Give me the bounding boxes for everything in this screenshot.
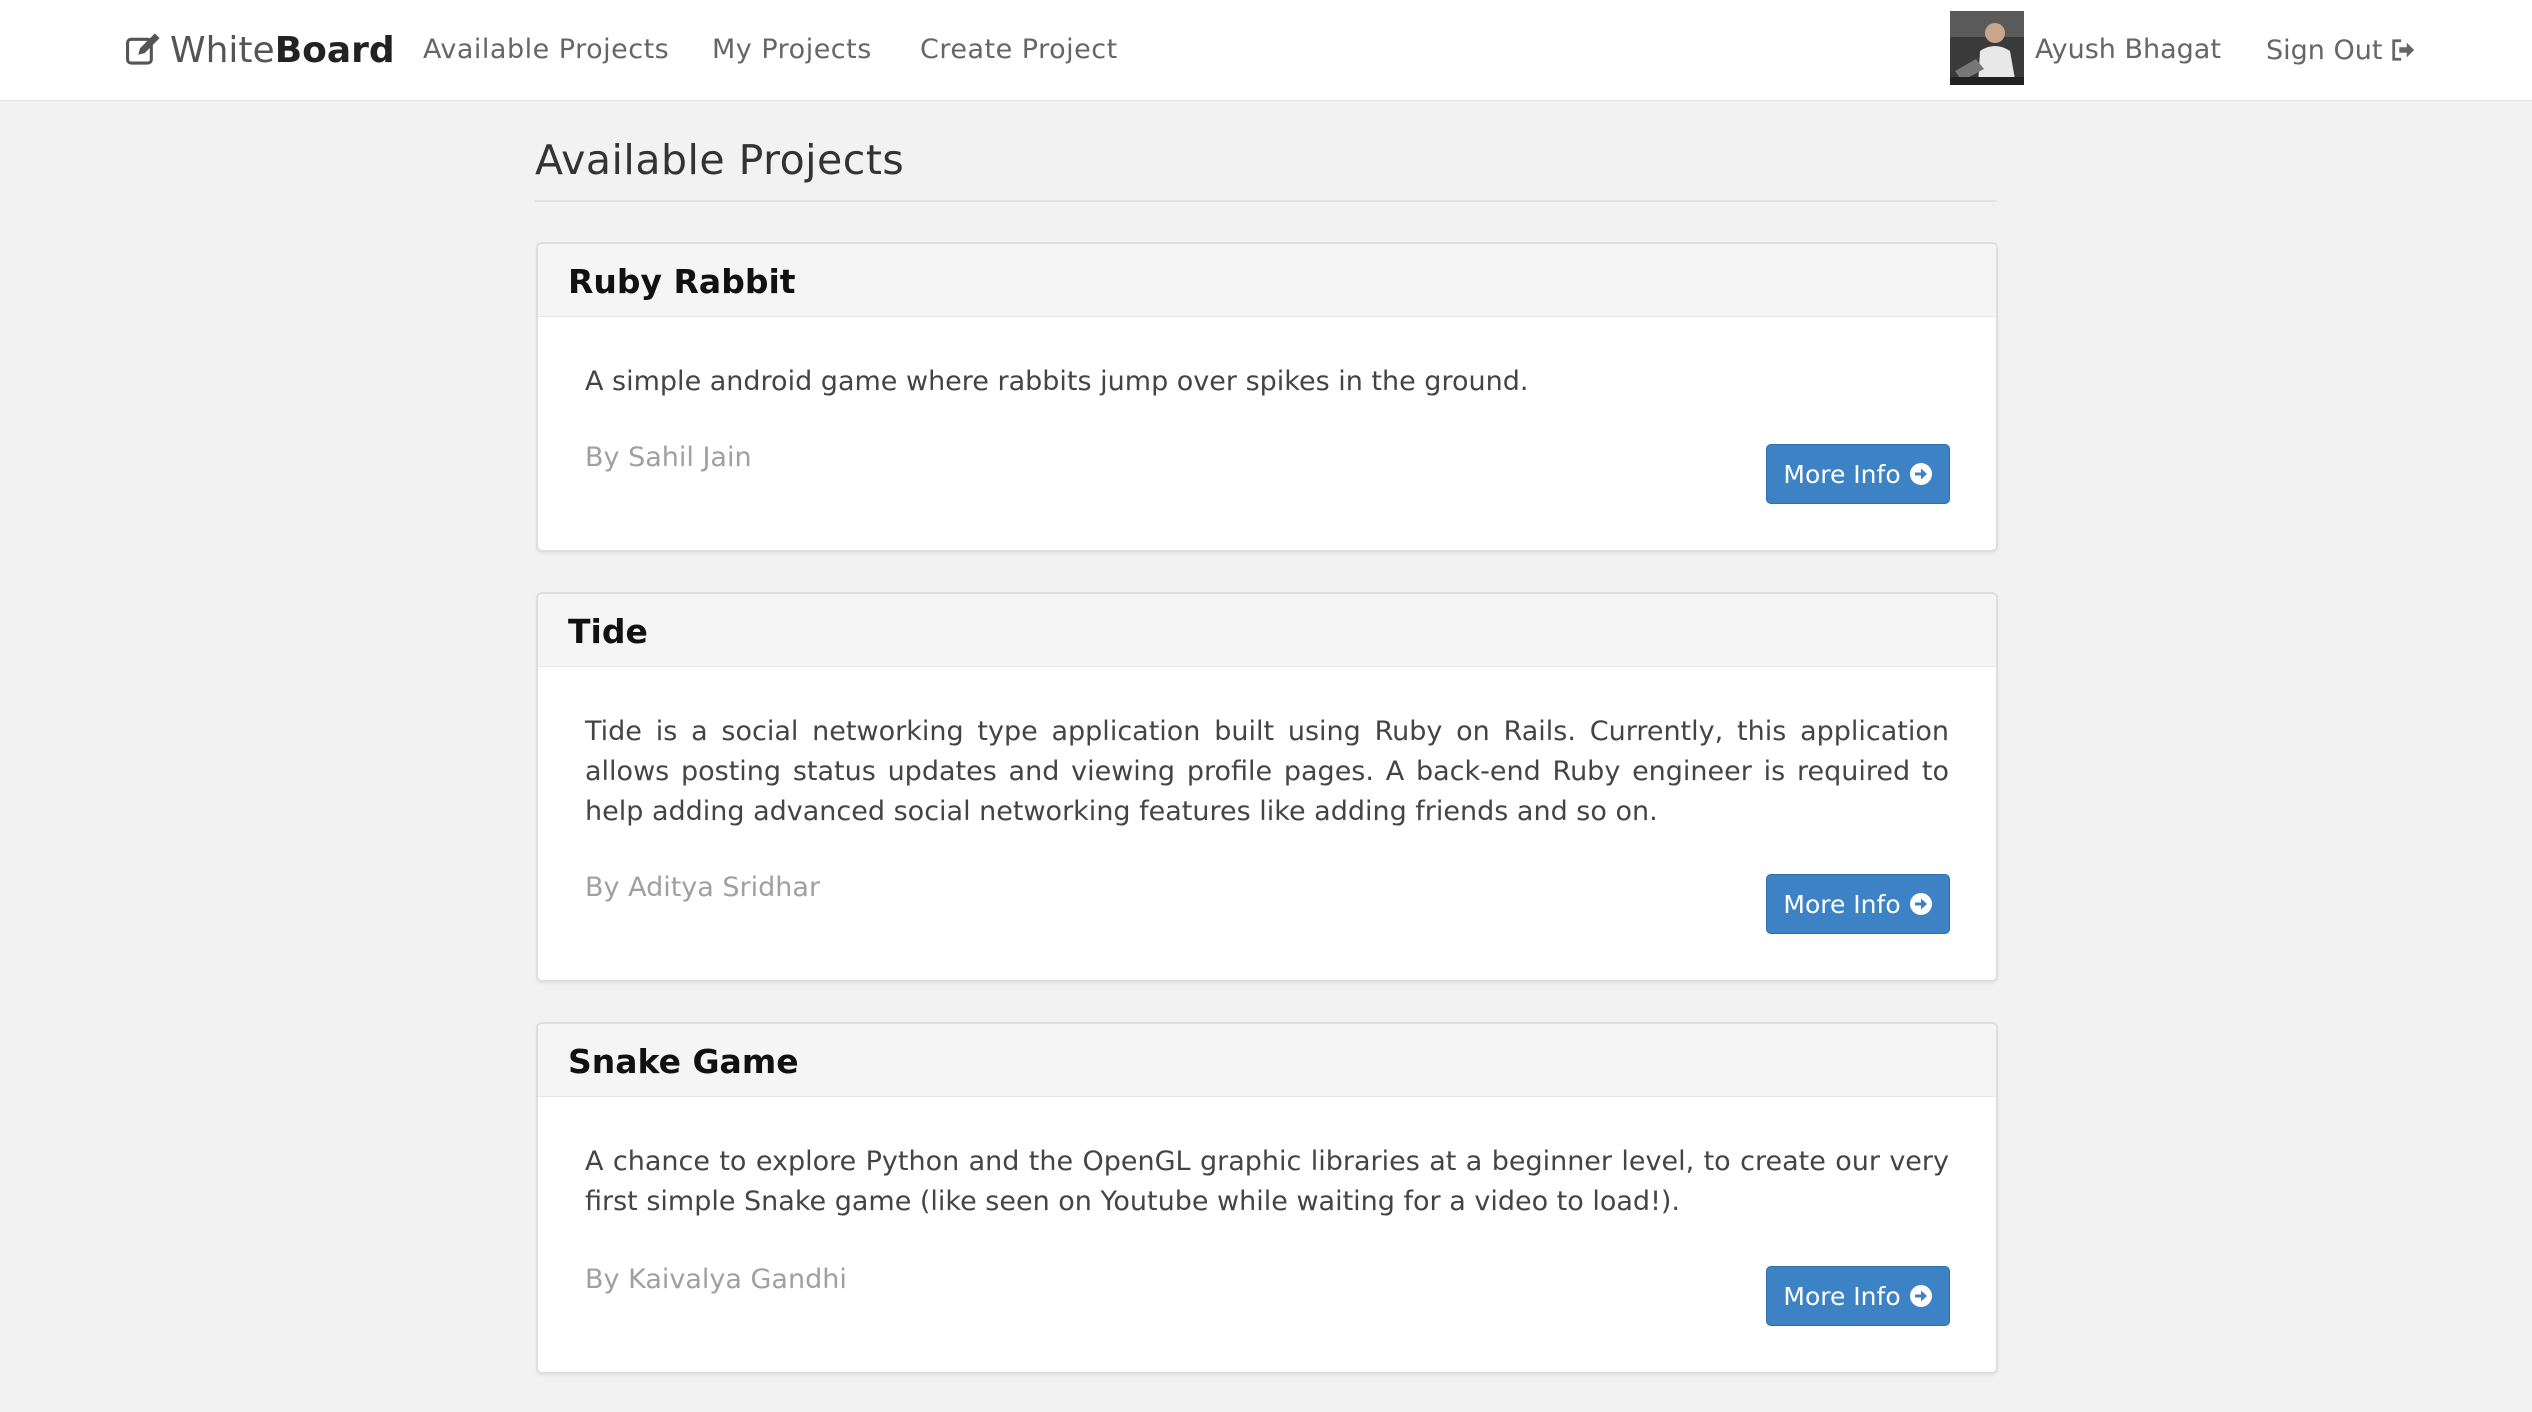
avatar-image (1950, 11, 2024, 85)
sign-out-link[interactable]: Sign Out (2266, 28, 2416, 72)
top-navbar: White Board Available Projects My Project… (0, 0, 2532, 101)
project-description: A simple android game where rabbits jump… (585, 366, 1529, 397)
title-divider (535, 200, 1997, 202)
project-author: By Aditya Sridhar (585, 872, 821, 903)
project-description: Tide is a social networking type applica… (585, 716, 1949, 827)
avatar[interactable] (1950, 11, 2024, 85)
project-author: By Sahil Jain (585, 442, 752, 473)
nav-my-projects[interactable]: My Projects (712, 28, 872, 72)
brand-bold-text: Board (274, 29, 395, 71)
project-author: By Kaivalya Gandhi (585, 1264, 847, 1295)
project-title: Snake Game (568, 1042, 799, 1081)
edit-icon (126, 33, 160, 65)
more-info-button[interactable]: More Info (1766, 1266, 1950, 1326)
project-card: Ruby Rabbit A simple android game where … (536, 242, 1998, 552)
card-header: Ruby Rabbit (538, 244, 1996, 317)
more-info-label: More Info (1783, 889, 1901, 919)
nav-create-project[interactable]: Create Project (920, 28, 1118, 72)
more-info-button[interactable]: More Info (1766, 444, 1950, 504)
project-card: Snake Game A chance to explore Python an… (536, 1022, 1998, 1374)
card-header: Tide (538, 594, 1996, 667)
nav-available-projects[interactable]: Available Projects (423, 28, 669, 72)
card-header: Snake Game (538, 1024, 1996, 1097)
brand-logo[interactable]: White Board (124, 24, 395, 76)
project-title: Tide (568, 612, 648, 651)
arrow-circle-right-icon (1909, 893, 1932, 915)
page-title: Available Projects (535, 136, 905, 184)
arrow-circle-right-icon (1909, 463, 1932, 485)
project-description: A chance to explore Python and the OpenG… (585, 1146, 1949, 1217)
more-info-label: More Info (1783, 459, 1901, 489)
user-name-link[interactable]: Ayush Bhagat (2035, 28, 2221, 72)
sign-out-label: Sign Out (2266, 34, 2383, 66)
more-info-button[interactable]: More Info (1766, 874, 1950, 934)
sign-out-icon (2392, 39, 2415, 61)
arrow-circle-right-icon (1909, 1285, 1932, 1307)
more-info-label: More Info (1783, 1281, 1901, 1311)
project-title: Ruby Rabbit (568, 262, 796, 301)
project-card: Tide Tide is a social networking type ap… (536, 592, 1998, 982)
brand-light-text: White (170, 29, 275, 71)
